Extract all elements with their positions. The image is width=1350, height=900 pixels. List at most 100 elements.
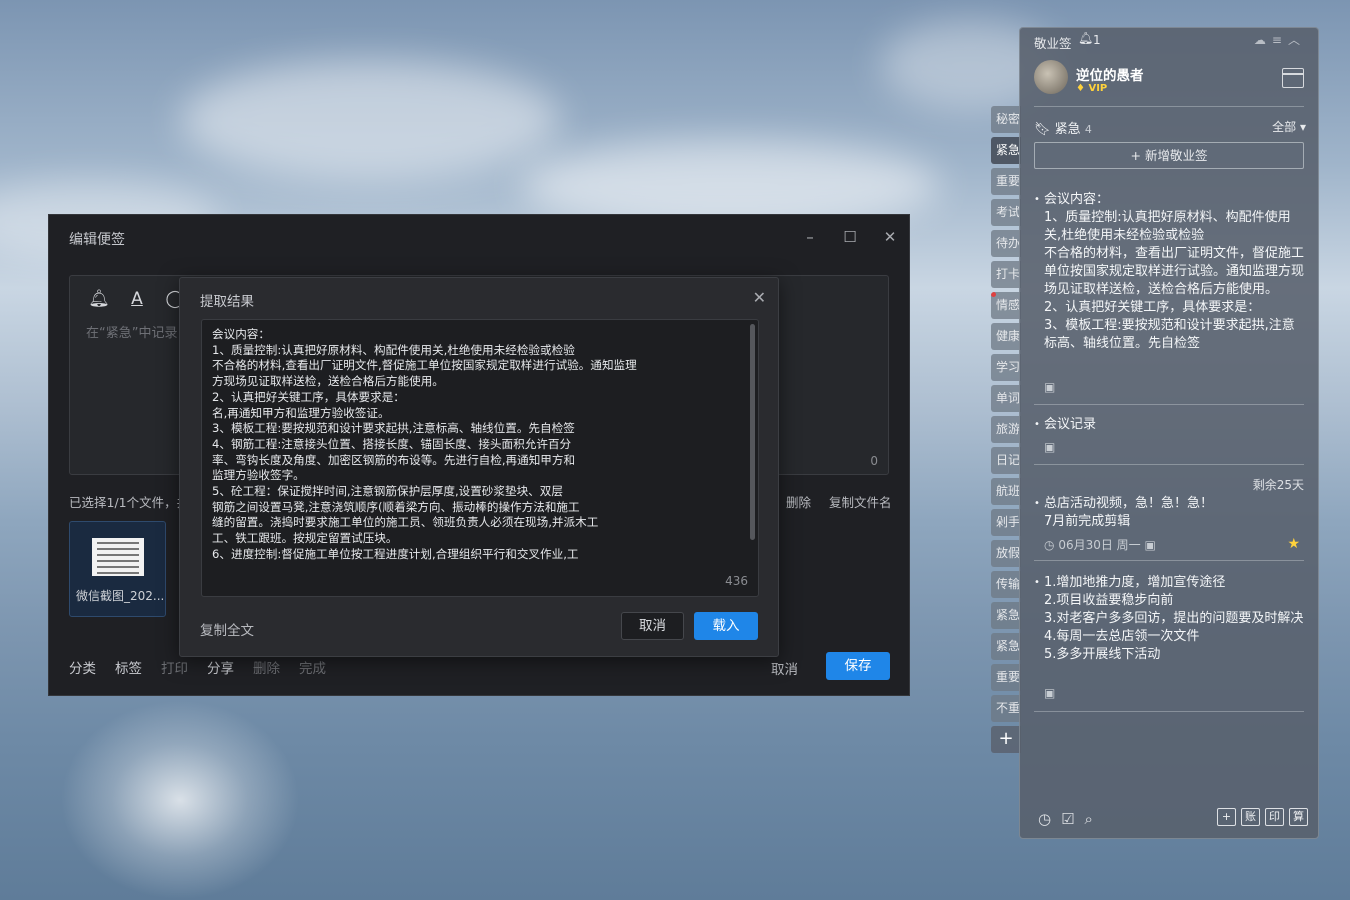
note-item[interactable]: • 总店活动视频，急！急！急！ 7月前完成剪辑 (1034, 495, 1306, 531)
note-text: 总店活动视频，急！急！急！ 7月前完成剪辑 (1044, 496, 1214, 529)
note-placeholder: 在“紧急”中记录 (86, 326, 178, 341)
chevron-down-icon: ▾ (1299, 120, 1306, 134)
bullet-icon: • (1034, 419, 1040, 430)
checklist-icon[interactable]: ☑ (1061, 810, 1084, 828)
tab-holiday[interactable]: 放假 (991, 540, 1021, 567)
star-icon[interactable]: ★ (1287, 536, 1300, 552)
minimize-icon[interactable]: – (797, 225, 823, 249)
save-button[interactable]: 保存 (826, 652, 890, 680)
panel-footer-right: + 账 印 算 (1217, 808, 1308, 826)
tab-important-2[interactable]: 重要 (991, 664, 1021, 691)
share-button[interactable]: 分享 (207, 657, 234, 677)
tab-urgent-2[interactable]: 紧急 (991, 602, 1021, 629)
attachment-icon: ▣ (1144, 538, 1156, 552)
tab-checkin[interactable]: 打卡 (991, 261, 1021, 288)
note-item[interactable]: • 1.增加地推力度，增加宣传途径 2.项目收益要稳步向前 3.对老客户多多回访… (1034, 574, 1306, 664)
stamp-tool-button[interactable]: 印 (1265, 808, 1284, 826)
dialog-title: 提取结果 (200, 294, 254, 310)
diamond-icon: ♦ (1076, 83, 1085, 94)
cloud-sync-icon[interactable]: ☁ (1254, 33, 1272, 47)
tab-flight[interactable]: 航班 (991, 478, 1021, 505)
tag-button[interactable]: 标签 (115, 657, 142, 677)
thumbnail-name: 微信截图_202... (76, 589, 165, 603)
window-title: 编辑便签 (69, 232, 125, 248)
tab-urgent-3[interactable]: 紧急 (991, 633, 1021, 660)
plus-icon[interactable]: + (1217, 808, 1236, 826)
bullet-icon: • (1034, 577, 1040, 588)
tab-diary[interactable]: 日记 (991, 447, 1021, 474)
tab-study[interactable]: 学习 (991, 354, 1021, 381)
tab-emotion[interactable]: 情感 (991, 292, 1021, 319)
note-item[interactable]: • 会议内容： 1、质量控制:认真把好原材料、构配件使用关,杜绝使用未经检验或检… (1034, 191, 1306, 376)
category-name: 紧急 (1054, 122, 1081, 137)
attachment-icon: ▣ (1044, 686, 1056, 700)
category-button[interactable]: 分类 (69, 657, 96, 677)
print-button[interactable]: 打印 (161, 657, 188, 677)
file-selection-info: 已选择1/1个文件，共 (69, 495, 190, 510)
delete-file-button[interactable]: 删除 (786, 492, 811, 511)
tab-todo[interactable]: 待办 (991, 230, 1021, 257)
app-name: 敬业签 (1034, 36, 1072, 51)
date-label: 06月30日 周一 (1058, 538, 1141, 552)
panel-header-icons: ☁≡︿ (1254, 31, 1306, 48)
attachment-icon: ▣ (1044, 380, 1056, 394)
char-count: 0 (870, 454, 878, 468)
add-note-button[interactable]: + 新增敬业签 (1034, 142, 1304, 169)
font-color-icon[interactable]: A (126, 288, 148, 310)
account-tool-button[interactable]: 账 (1241, 808, 1260, 826)
extracted-text-area[interactable]: 会议内容： 1、质量控制:认真把好原材料、构配件使用关,杜绝使用未经检验或检验 … (201, 319, 759, 597)
calendar-icon[interactable] (1282, 68, 1304, 88)
divider (1034, 106, 1304, 107)
tab-words[interactable]: 单词 (991, 385, 1021, 412)
collapse-icon[interactable]: ︿ (1288, 33, 1306, 47)
editor-cancel-button[interactable]: 取消 (771, 658, 798, 678)
remaining-days: 剩余25天 (1252, 478, 1304, 492)
bullet-icon: • (1034, 498, 1040, 509)
category-count: 4 (1084, 123, 1092, 136)
bell-icon[interactable]: 🔔︎ (88, 288, 110, 310)
sticky-notes-panel: 敬业签 🔔︎ 1 ☁≡︿ 逆位的愚者 ♦ VIP 🔖︎ 紧急 4 全部 ▾ + … (1019, 27, 1319, 839)
tab-urgent[interactable]: 紧急 (991, 137, 1021, 164)
note-date: ◷ 06月30日 周一 ▣ (1044, 536, 1156, 553)
search-icon[interactable]: ⌕ (1085, 810, 1103, 828)
screenshot-preview (92, 538, 144, 576)
bell-icon[interactable]: 🔔︎ (1078, 31, 1093, 45)
close-icon[interactable]: ✕ (753, 288, 766, 307)
vip-label: VIP (1088, 83, 1108, 94)
filter-dropdown[interactable]: 全部 ▾ (1272, 118, 1306, 135)
divider (1034, 711, 1304, 712)
extracted-text[interactable]: 会议内容： 1、质量控制:认真把好原材料、构配件使用关,杜绝使用未经检验或检验 … (202, 320, 758, 560)
tab-secret[interactable]: 秘密 (991, 106, 1021, 133)
tab-important[interactable]: 重要 (991, 168, 1021, 195)
file-thumbnail[interactable]: 微信截图_202... (69, 521, 166, 617)
calc-tool-button[interactable]: 算 (1289, 808, 1308, 826)
close-icon[interactable]: ✕ (877, 225, 903, 249)
tab-exam[interactable]: 考试 (991, 199, 1021, 226)
tab-transfer[interactable]: 传输 (991, 571, 1021, 598)
dialog-cancel-button[interactable]: 取消 (621, 612, 684, 640)
load-button[interactable]: 载入 (694, 612, 758, 640)
copy-all-button[interactable]: 复制全文 (200, 619, 254, 639)
copy-filename-button[interactable]: 复制文件名 (829, 492, 892, 511)
user-name[interactable]: 逆位的愚者 (1076, 64, 1144, 84)
note-text: 会议记录 (1044, 417, 1097, 432)
tab-unimportant[interactable]: 不重 (991, 695, 1021, 722)
avatar[interactable] (1034, 60, 1068, 94)
filter-label: 全部 (1272, 120, 1297, 134)
tab-shopping[interactable]: 剁手 (991, 509, 1021, 536)
add-category-button[interactable]: + (991, 726, 1021, 753)
divider (1034, 560, 1304, 561)
note-item[interactable]: • 会议记录 (1034, 416, 1306, 434)
note-text: 1.增加地推力度，增加宣传途径 2.项目收益要稳步向前 3.对老客户多多回访，提… (1044, 575, 1304, 662)
maximize-icon[interactable]: ☐ (837, 225, 863, 249)
scrollbar[interactable] (750, 324, 755, 540)
background-cloud (180, 60, 560, 180)
tab-travel[interactable]: 旅游 (991, 416, 1021, 443)
tab-health[interactable]: 健康 (991, 323, 1021, 350)
panel-footer-left: ◷☑⌕ (1038, 810, 1103, 828)
menu-icon[interactable]: ≡ (1272, 33, 1288, 47)
clock-icon[interactable]: ◷ (1038, 810, 1061, 828)
clock-icon: ◷ (1044, 538, 1055, 552)
delete-button[interactable]: 删除 (253, 657, 280, 677)
complete-button[interactable]: 完成 (299, 657, 326, 677)
